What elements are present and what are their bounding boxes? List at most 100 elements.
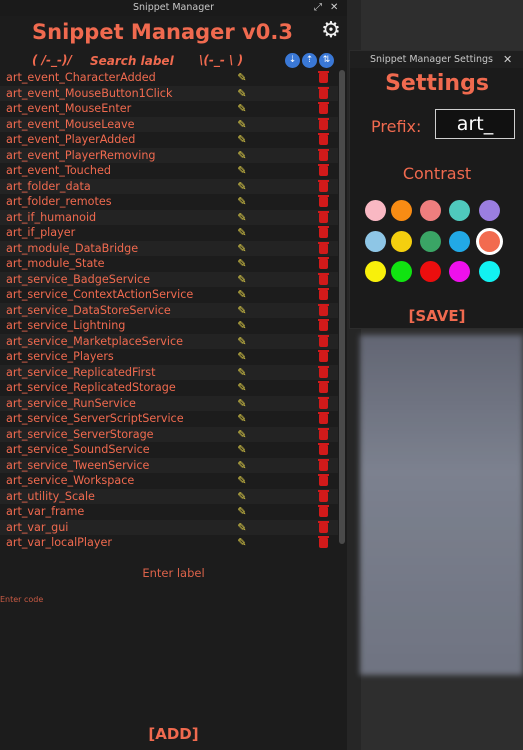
code-input[interactable] (0, 593, 340, 715)
snippet-row[interactable]: art_var_gui ✎ (0, 519, 338, 536)
snippet-label[interactable]: art_service_MarketplaceService (6, 334, 183, 350)
pencil-icon[interactable]: ✎ (236, 225, 248, 241)
snippet-label[interactable]: art_module_DataBridge (6, 241, 138, 257)
pencil-icon[interactable]: ✎ (236, 334, 248, 350)
pencil-icon[interactable]: ✎ (236, 504, 248, 520)
pencil-icon[interactable]: ✎ (236, 256, 248, 272)
snippet-label[interactable]: art_module_State (6, 256, 105, 272)
trash-icon[interactable] (318, 319, 329, 331)
color-swatch[interactable] (365, 261, 386, 282)
snippet-label[interactable]: art_folder_remotes (6, 194, 112, 210)
pencil-icon[interactable]: ✎ (236, 179, 248, 195)
pencil-icon[interactable]: ✎ (236, 473, 248, 489)
snippet-row[interactable]: art_service_BadgeService ✎ (0, 271, 338, 288)
pencil-icon[interactable]: ✎ (236, 520, 248, 536)
pencil-icon[interactable]: ✎ (236, 241, 248, 257)
search-input[interactable] (90, 53, 190, 69)
snippet-label[interactable]: art_event_PlayerRemoving (6, 148, 156, 164)
color-swatch[interactable] (449, 200, 470, 221)
color-swatch[interactable] (420, 231, 441, 252)
snippet-row[interactable]: art_event_Touched ✎ (0, 163, 338, 179)
trash-icon[interactable] (318, 427, 329, 440)
pencil-icon[interactable]: ✎ (236, 442, 248, 458)
snippet-label[interactable]: art_service_ReplicatedFirst (6, 365, 156, 381)
pencil-icon[interactable]: ✎ (236, 458, 248, 474)
snippet-label[interactable]: art_event_MouseEnter (6, 101, 131, 117)
trash-icon[interactable] (318, 334, 329, 347)
trash-icon[interactable] (318, 102, 329, 114)
snippet-label[interactable]: art_event_CharacterAdded (6, 70, 156, 86)
snippet-row[interactable]: art_if_humanoid ✎ (0, 209, 338, 226)
pencil-icon[interactable]: ✎ (236, 427, 248, 443)
snippet-row[interactable]: art_service_ContextActionService ✎ (0, 287, 338, 303)
sort-descending-icon[interactable]: ⇡ (302, 53, 317, 68)
pencil-icon[interactable]: ✎ (236, 365, 248, 381)
pencil-icon[interactable]: ✎ (236, 163, 248, 179)
snippet-row[interactable]: art_service_Players ✎ (0, 349, 338, 365)
pencil-icon[interactable]: ✎ (236, 86, 248, 102)
trash-icon[interactable] (318, 443, 329, 455)
color-swatch[interactable] (479, 261, 500, 282)
pencil-icon[interactable]: ✎ (236, 489, 248, 505)
pencil-icon[interactable]: ✎ (236, 287, 248, 303)
sort-ascending-icon[interactable]: ⇣ (285, 53, 300, 68)
snippet-row[interactable]: art_event_MouseLeave ✎ (0, 116, 338, 133)
trash-icon[interactable] (318, 458, 329, 471)
prefix-input[interactable] (435, 109, 515, 139)
snippet-row[interactable]: art_module_DataBridge ✎ (0, 240, 338, 257)
color-swatch[interactable] (420, 261, 441, 282)
pencil-icon[interactable]: ✎ (236, 117, 248, 133)
color-swatch[interactable] (391, 261, 412, 282)
trash-icon[interactable] (318, 505, 329, 517)
snippet-label[interactable]: art_event_MouseButton1Click (6, 86, 172, 102)
pencil-icon[interactable]: ✎ (236, 101, 248, 117)
snippet-label[interactable]: art_var_frame (6, 504, 84, 520)
pencil-icon[interactable]: ✎ (236, 194, 248, 210)
snippet-label[interactable]: art_service_RunService (6, 396, 136, 412)
snippet-row[interactable]: art_service_SoundService ✎ (0, 442, 338, 458)
snippet-label[interactable]: art_service_Players (6, 349, 114, 365)
pencil-icon[interactable]: ✎ (236, 272, 248, 288)
snippet-row[interactable]: art_var_frame ✎ (0, 504, 338, 520)
snippet-label[interactable]: art_var_gui (6, 520, 68, 536)
pencil-icon[interactable]: ✎ (236, 349, 248, 365)
snippet-row[interactable]: art_folder_data ✎ (0, 178, 338, 195)
trash-icon[interactable] (318, 133, 329, 145)
trash-icon[interactable] (318, 381, 329, 393)
trash-icon[interactable] (318, 210, 329, 223)
undock-icon[interactable]: ⤢ (314, 0, 322, 16)
snippet-label[interactable]: art_service_ServerScriptService (6, 411, 184, 427)
snippet-row[interactable]: art_service_ServerScriptService ✎ (0, 411, 338, 427)
snippet-label[interactable]: art_service_ReplicatedStorage (6, 380, 176, 396)
snippet-label[interactable]: art_event_Touched (6, 163, 111, 179)
snippet-label[interactable]: art_var_localPlayer (6, 535, 112, 551)
trash-icon[interactable] (318, 536, 329, 548)
trash-icon[interactable] (318, 272, 329, 285)
snippet-row[interactable]: art_event_PlayerAdded ✎ (0, 132, 338, 148)
color-swatch[interactable] (391, 200, 412, 221)
settings-close-icon[interactable]: ✕ (503, 51, 512, 68)
snippet-row[interactable]: art_var_localPlayer ✎ (0, 535, 338, 551)
trash-icon[interactable] (318, 148, 329, 161)
pencil-icon[interactable]: ✎ (236, 148, 248, 164)
gear-icon[interactable]: ⚙ (320, 20, 342, 42)
trash-icon[interactable] (318, 257, 329, 269)
snippet-label[interactable]: art_service_ContextActionService (6, 287, 193, 303)
snippet-row[interactable]: art_service_DataStoreService ✎ (0, 302, 338, 318)
snippet-label[interactable]: art_event_PlayerAdded (6, 132, 135, 148)
trash-icon[interactable] (318, 195, 329, 207)
trash-icon[interactable] (318, 350, 329, 362)
trash-icon[interactable] (318, 365, 329, 378)
color-swatch[interactable] (365, 231, 386, 252)
color-swatch[interactable] (365, 200, 386, 221)
trash-icon[interactable] (318, 71, 329, 83)
snippet-label[interactable]: art_service_Lightning (6, 318, 125, 334)
swap-icon[interactable]: ⇅ (319, 53, 334, 68)
trash-icon[interactable] (318, 520, 329, 533)
close-icon[interactable]: ✕ (330, 0, 338, 16)
snippet-row[interactable]: art_service_RunService ✎ (0, 395, 338, 412)
snippet-label[interactable]: art_if_humanoid (6, 210, 96, 226)
trash-icon[interactable] (318, 303, 329, 316)
trash-icon[interactable] (318, 164, 329, 176)
trash-icon[interactable] (318, 86, 329, 99)
